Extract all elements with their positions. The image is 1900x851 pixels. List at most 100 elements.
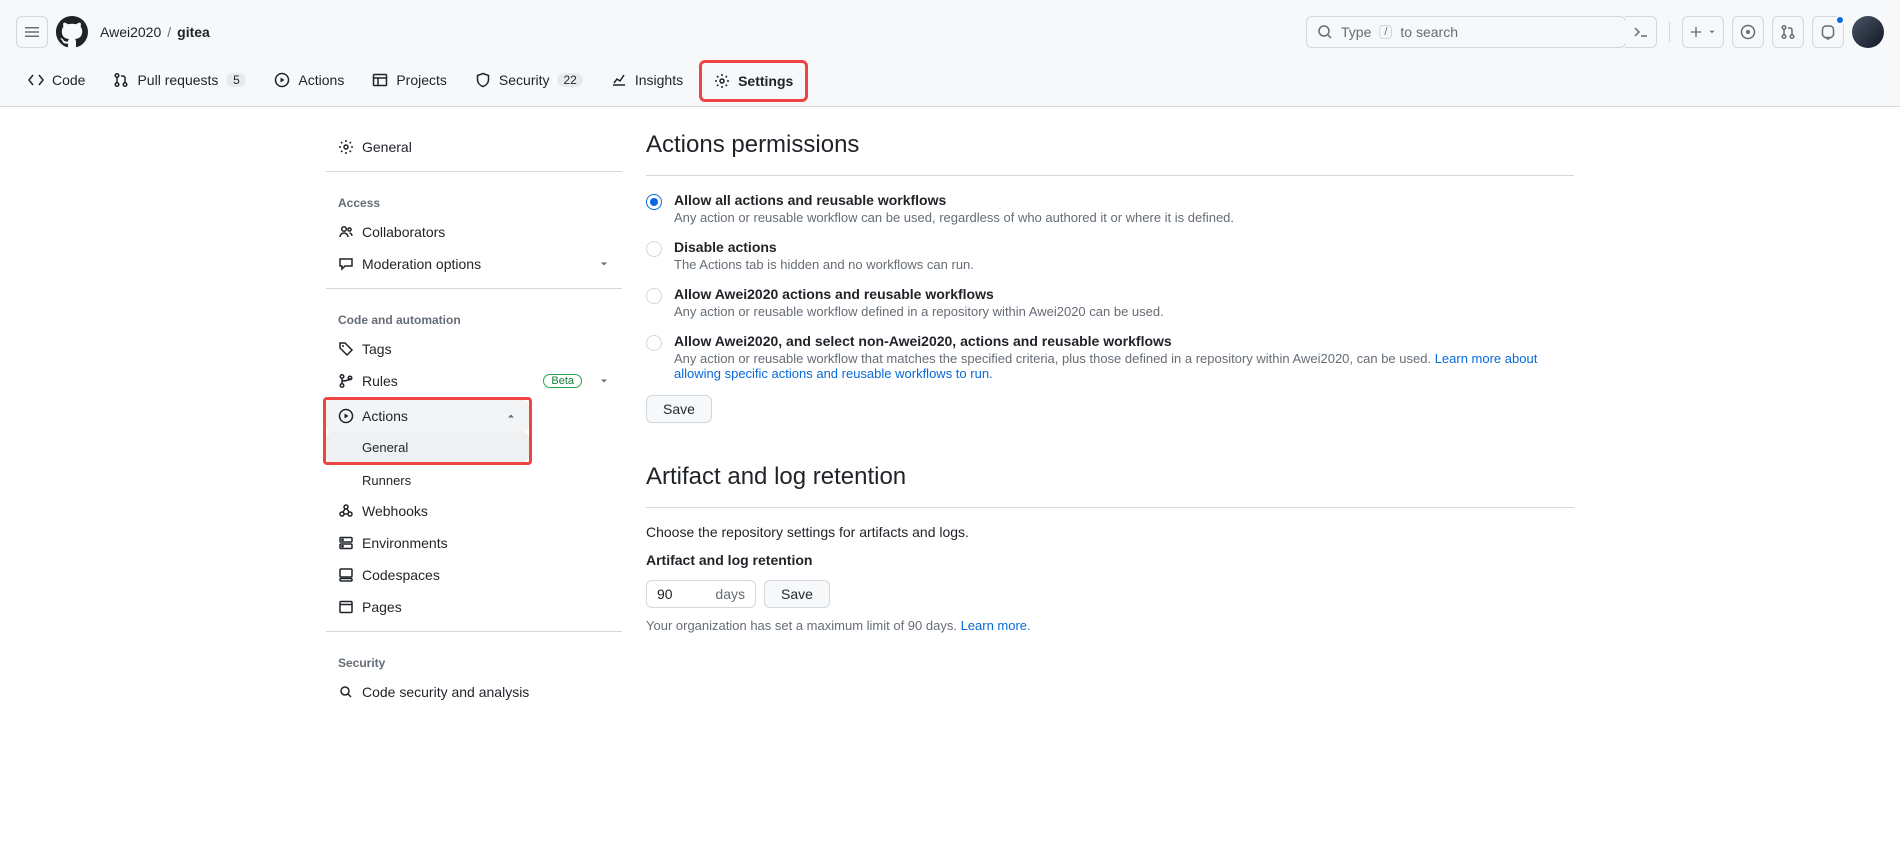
sidebar-item-label: Collaborators — [362, 224, 445, 240]
search-input[interactable]: Type / to search — [1306, 16, 1626, 48]
radio-label: Allow Awei2020 actions and reusable work… — [674, 286, 1164, 302]
sidebar-item-tags[interactable]: Tags — [326, 333, 622, 365]
pull-requests-button[interactable] — [1772, 16, 1804, 48]
sidebar-item-codespaces[interactable]: Codespaces — [326, 559, 622, 591]
tab-security-label: Security — [499, 72, 550, 88]
tab-pulls-label: Pull requests — [137, 72, 218, 88]
tab-actions-label: Actions — [298, 72, 344, 88]
radio-allow-owner[interactable] — [646, 288, 662, 304]
sidebar-item-label: Moderation options — [362, 256, 481, 272]
browser-icon — [338, 599, 354, 615]
sidebar-item-label: Runners — [362, 473, 411, 488]
sidebar-item-label: General — [362, 440, 408, 455]
sidebar-item-collaborators[interactable]: Collaborators — [326, 216, 622, 248]
beta-badge: Beta — [543, 374, 582, 388]
sidebar-group-security: Security — [326, 640, 622, 676]
hamburger-menu-button[interactable] — [16, 16, 48, 48]
command-palette-button[interactable] — [1625, 16, 1657, 48]
tab-pull-requests[interactable]: Pull requests 5 — [101, 62, 258, 100]
radio-desc: Any action or reusable workflow defined … — [674, 304, 1164, 319]
divider — [326, 288, 622, 289]
breadcrumb-repo[interactable]: gitea — [177, 24, 210, 40]
tab-projects-label: Projects — [396, 72, 447, 88]
sidebar-item-code-security[interactable]: Code security and analysis — [326, 676, 622, 708]
server-icon — [338, 535, 354, 551]
create-new-button[interactable] — [1682, 16, 1724, 48]
sidebar-item-label: Codespaces — [362, 567, 440, 583]
search-placeholder-pre: Type — [1341, 24, 1371, 40]
sidebar-item-environments[interactable]: Environments — [326, 527, 622, 559]
save-retention-button[interactable]: Save — [764, 580, 830, 608]
play-circle-icon — [338, 408, 354, 424]
highlight-actions-section: Actions General — [323, 397, 532, 465]
tab-actions[interactable]: Actions — [262, 62, 356, 100]
radio-desc-text: Any action or reusable workflow that mat… — [674, 351, 1435, 366]
retention-days-input[interactable]: 90 days — [646, 580, 756, 608]
tab-settings-label: Settings — [738, 73, 793, 89]
people-icon — [338, 224, 354, 240]
sidebar-item-rules[interactable]: Rules Beta — [326, 365, 622, 397]
retention-subhead: Artifact and log retention — [646, 552, 1574, 568]
search-placeholder-post: to search — [1400, 24, 1458, 40]
notification-indicator — [1835, 15, 1845, 25]
gear-icon — [338, 139, 354, 155]
radio-allow-all[interactable] — [646, 194, 662, 210]
breadcrumb-sep: / — [167, 24, 171, 40]
save-permissions-button[interactable]: Save — [646, 395, 712, 423]
tab-security[interactable]: Security 22 — [463, 62, 595, 100]
tag-icon — [338, 341, 354, 357]
breadcrumb-owner[interactable]: Awei2020 — [100, 24, 161, 40]
retention-unit: days — [715, 586, 745, 602]
tab-pulls-count: 5 — [226, 73, 246, 87]
tab-insights[interactable]: Insights — [599, 62, 695, 100]
sidebar-item-label: Rules — [362, 373, 398, 389]
hint-text: Your organization has set a maximum limi… — [646, 618, 961, 633]
radio-desc: Any action or reusable workflow can be u… — [674, 210, 1234, 225]
learn-more-link[interactable]: Learn more. — [961, 618, 1031, 633]
sidebar-item-label: Environments — [362, 535, 448, 551]
radio-label: Allow Awei2020, and select non-Awei2020,… — [674, 333, 1574, 349]
radio-allow-select[interactable] — [646, 335, 662, 351]
radio-desc: The Actions tab is hidden and no workflo… — [674, 257, 974, 272]
sidebar-item-moderation[interactable]: Moderation options — [326, 248, 622, 280]
sidebar-item-label: Pages — [362, 599, 402, 615]
chevron-down-icon — [598, 375, 610, 387]
sidebar-item-label: General — [362, 139, 412, 155]
divider — [646, 507, 1574, 508]
notifications-button[interactable] — [1812, 16, 1844, 48]
radio-disable[interactable] — [646, 241, 662, 257]
sidebar-item-pages[interactable]: Pages — [326, 591, 622, 623]
tab-projects[interactable]: Projects — [360, 62, 459, 100]
section-desc: Choose the repository settings for artif… — [646, 524, 1574, 540]
sidebar-item-webhooks[interactable]: Webhooks — [326, 495, 622, 527]
retention-hint: Your organization has set a maximum limi… — [646, 618, 1574, 633]
github-logo[interactable] — [56, 16, 88, 48]
radio-desc: Any action or reusable workflow that mat… — [674, 351, 1574, 381]
shield-search-icon — [338, 684, 354, 700]
branch-icon — [338, 373, 354, 389]
page-title: Actions permissions — [646, 131, 1574, 159]
tab-code[interactable]: Code — [16, 62, 97, 100]
radio-label: Disable actions — [674, 239, 974, 255]
section-title-retention: Artifact and log retention — [646, 463, 1574, 491]
codespaces-icon — [338, 567, 354, 583]
tab-settings[interactable]: Settings — [699, 60, 808, 102]
sidebar-item-actions-runners[interactable]: Runners — [326, 465, 622, 495]
avatar[interactable] — [1852, 16, 1884, 48]
divider — [326, 171, 622, 172]
sidebar-item-actions[interactable]: Actions — [326, 400, 529, 432]
radio-label: Allow all actions and reusable workflows — [674, 192, 1234, 208]
tab-security-count: 22 — [557, 73, 582, 87]
tab-code-label: Code — [52, 72, 85, 88]
divider — [1669, 22, 1670, 42]
sidebar-item-actions-general[interactable]: General — [326, 432, 529, 462]
sidebar-item-general[interactable]: General — [326, 131, 622, 163]
divider — [646, 175, 1574, 176]
sidebar-item-label: Webhooks — [362, 503, 428, 519]
issues-button[interactable] — [1732, 16, 1764, 48]
chevron-up-icon — [505, 410, 517, 422]
sidebar-item-label: Tags — [362, 341, 392, 357]
sidebar-group-code: Code and automation — [326, 297, 622, 333]
divider — [326, 631, 622, 632]
breadcrumb: Awei2020 / gitea — [100, 24, 210, 40]
